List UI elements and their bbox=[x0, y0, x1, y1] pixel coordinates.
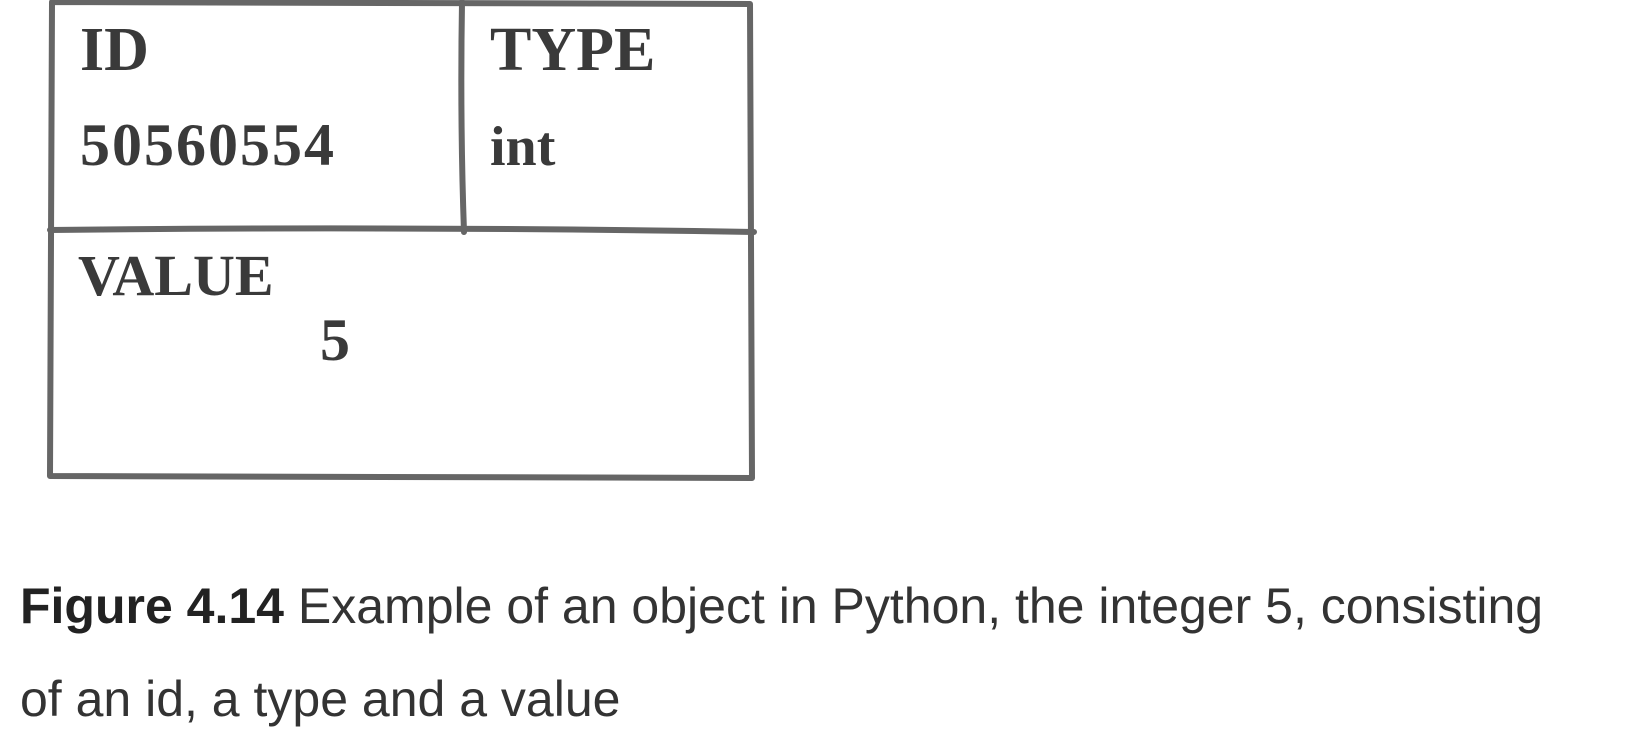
id-value: 50560554 bbox=[80, 112, 336, 178]
figure-label: Figure 4.14 bbox=[20, 578, 284, 634]
value-label: VALUE bbox=[78, 243, 274, 308]
figure-caption: Figure 4.14 Example of an object in Pyth… bbox=[20, 560, 1580, 745]
value-value: 5 bbox=[320, 307, 350, 373]
id-label: ID bbox=[80, 16, 149, 84]
type-value: int bbox=[490, 116, 556, 178]
python-object-diagram: ID 50560554 TYPE int VALUE 5 bbox=[40, 0, 760, 490]
type-label: TYPE bbox=[490, 16, 655, 84]
